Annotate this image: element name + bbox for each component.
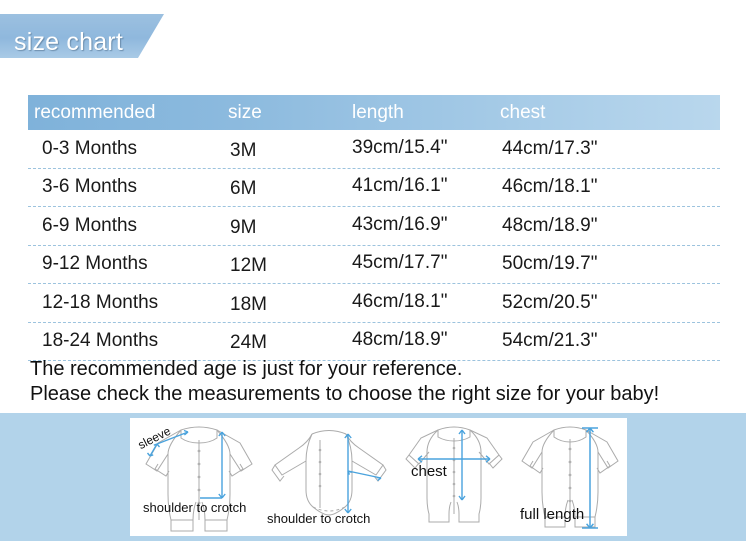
illustration-white-box: sleeve shoulder to crotch shoulder to cr… bbox=[130, 418, 627, 536]
cell-recommended: 18-24 Months bbox=[42, 330, 159, 352]
note-line-1: The recommended age is just for your ref… bbox=[30, 358, 463, 380]
cell-length: 46cm/18.1" bbox=[352, 290, 448, 312]
illustration-short-sleeve-romper: chest bbox=[394, 418, 514, 536]
cell-length: 41cm/16.1" bbox=[352, 175, 448, 197]
cell-chest: 48cm/18.9" bbox=[502, 214, 598, 236]
table-row: 12-18 Months 18M 46cm/18.1" 52cm/20.5" bbox=[28, 284, 720, 323]
table-row: 18-24 Months 24M 48cm/18.9" 54cm/21.3" bbox=[28, 323, 720, 361]
cell-length: 45cm/17.7" bbox=[352, 252, 448, 274]
cell-chest: 46cm/18.1" bbox=[502, 176, 598, 198]
cell-recommended: 6-9 Months bbox=[42, 214, 138, 236]
label-chest: chest bbox=[411, 463, 447, 480]
column-header-length: length bbox=[352, 101, 404, 123]
cell-size: 18M bbox=[230, 293, 267, 315]
column-header-recommended: recommended bbox=[34, 101, 156, 123]
label-shoulder-to-crotch: shoulder to crotch bbox=[267, 511, 371, 526]
table-row: 9-12 Months 12M 45cm/17.7" 50cm/19.7" bbox=[28, 246, 720, 284]
shoulder-to-crotch-measure-arrow-icon bbox=[200, 431, 226, 499]
table-header-row: recommended size length chest bbox=[28, 95, 720, 130]
table-row: 6-9 Months 9M 43cm/16.9" 48cm/18.9" bbox=[28, 207, 720, 246]
page-banner: size chart bbox=[0, 14, 750, 58]
disclaimer-notes: The recommended age is just for your ref… bbox=[30, 357, 730, 407]
illustration-long-sleeve-bodysuit: shoulder to crotch bbox=[264, 418, 394, 536]
column-header-size: size bbox=[228, 101, 262, 123]
cell-chest: 52cm/20.5" bbox=[502, 291, 598, 313]
cell-size: 24M bbox=[230, 332, 267, 354]
size-chart-table: recommended size length chest 0-3 Months… bbox=[28, 95, 720, 361]
cell-recommended: 9-12 Months bbox=[42, 253, 148, 275]
cell-length: 39cm/15.4" bbox=[352, 136, 448, 158]
cell-size: 9M bbox=[230, 216, 257, 238]
cell-length: 48cm/18.9" bbox=[352, 329, 448, 351]
cell-size: 6M bbox=[230, 178, 257, 200]
cell-size: 3M bbox=[230, 139, 257, 161]
cell-recommended: 12-18 Months bbox=[42, 291, 159, 313]
cell-chest: 44cm/17.3" bbox=[502, 137, 598, 159]
column-header-chest: chest bbox=[500, 101, 546, 123]
illustration-full-length-romper: full length bbox=[514, 418, 627, 536]
note-line-2: Please check the measurements to choose … bbox=[30, 383, 660, 405]
illustration-long-sleeve-footed-romper: sleeve shoulder to crotch bbox=[134, 418, 264, 536]
measurement-illustration-panel: sleeve shoulder to crotch shoulder to cr… bbox=[0, 413, 746, 541]
cell-size: 12M bbox=[230, 255, 267, 277]
cell-chest: 54cm/21.3" bbox=[502, 330, 598, 352]
label-full-length: full length bbox=[520, 506, 585, 523]
label-shoulder-to-crotch: shoulder to crotch bbox=[143, 500, 247, 515]
table-row: 3-6 Months 6M 41cm/16.1" 46cm/18.1" bbox=[28, 169, 720, 207]
page-title: size chart bbox=[14, 28, 123, 56]
cell-length: 43cm/16.9" bbox=[352, 213, 448, 235]
cell-recommended: 3-6 Months bbox=[42, 176, 138, 198]
cell-chest: 50cm/19.7" bbox=[502, 253, 598, 275]
cell-recommended: 0-3 Months bbox=[42, 137, 138, 159]
banner-white-cut bbox=[138, 14, 750, 58]
table-row: 0-3 Months 3M 39cm/15.4" 44cm/17.3" bbox=[28, 130, 720, 169]
